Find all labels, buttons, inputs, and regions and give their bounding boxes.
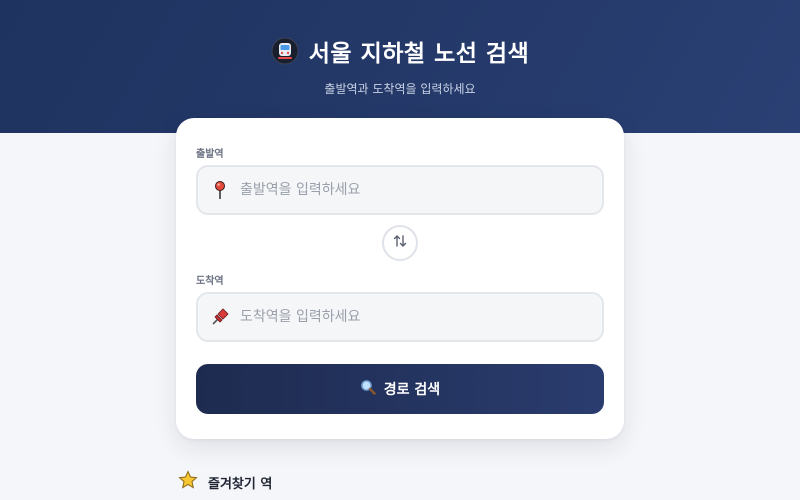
origin-field[interactable] [196, 165, 604, 215]
origin-input[interactable] [240, 182, 580, 198]
destination-label: 도착역 [196, 276, 224, 287]
destination-input[interactable] [240, 309, 580, 325]
route-search-label: 경로 검색 [383, 382, 441, 398]
pushpin-icon [210, 307, 230, 327]
route-search-button[interactable]: 경로 검색 [196, 364, 604, 414]
page-subtitle: 출발역과 도착역을 입력하세요 [324, 82, 476, 96]
favorites-title: 즐겨찾기 역 [208, 476, 273, 492]
search-icon [360, 379, 376, 399]
favorites-header: 즐겨찾기 역 [178, 470, 272, 494]
train-icon [271, 37, 299, 65]
header-banner: 서울 지하철 노선 검색 출발역과 도착역을 입력하세요 [0, 0, 800, 133]
origin-label: 출발역 [196, 149, 224, 160]
swap-stations-button[interactable] [382, 225, 418, 261]
route-search-card: 출발역 도착역 [176, 118, 624, 439]
star-icon [178, 470, 198, 494]
swap-arrows-icon [392, 233, 408, 253]
page-title-row: 서울 지하철 노선 검색 [0, 34, 800, 68]
destination-field[interactable] [196, 292, 604, 342]
page-title: 서울 지하철 노선 검색 [308, 41, 530, 67]
pin-icon [210, 180, 230, 200]
